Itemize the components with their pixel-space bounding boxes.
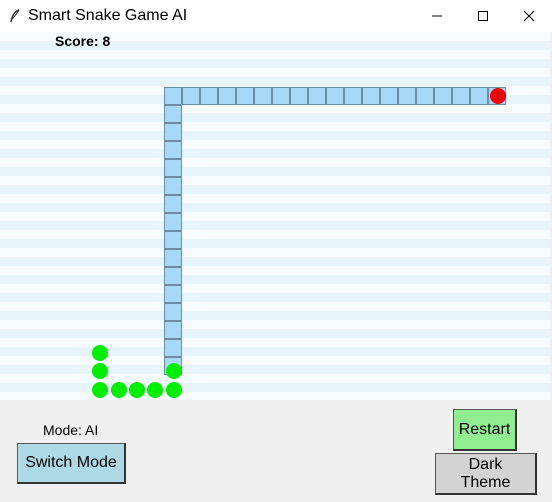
snake-segment [164,123,182,141]
snake-segment [434,87,452,105]
obstacle-dot [166,382,182,398]
title-bar: Smart Snake Game AI [0,0,552,32]
obstacle-dot [92,363,108,379]
snake-segment [200,87,218,105]
snake-segment [164,285,182,303]
snake-segment [164,105,182,123]
food-apple [490,88,506,104]
snake-segment [236,87,254,105]
close-icon [523,10,535,22]
snake-segment [164,141,182,159]
window-title: Smart Snake Game AI [28,7,188,24]
maximize-button[interactable] [460,0,506,32]
snake-segment [290,87,308,105]
maximize-icon [478,11,488,21]
close-button[interactable] [506,0,552,32]
score-label: Score: 8 [55,33,111,49]
minimize-icon [432,15,442,17]
snake-segment [254,87,272,105]
obstacle-dot [147,382,163,398]
mode-label: Mode: AI [43,422,99,438]
snake-segment [416,87,434,105]
obstacle-dot [129,382,145,398]
snake-segment [272,87,290,105]
snake-segment [470,87,488,105]
snake-segment [164,213,182,231]
snake-segment [182,87,200,105]
snake-segment [308,87,326,105]
snake-segment [344,87,362,105]
snake-segment [164,87,182,105]
snake-segment [164,177,182,195]
snake-segment [164,303,182,321]
obstacle-dot [166,363,182,379]
snake-segment [164,249,182,267]
snake-segment [164,339,182,357]
snake-segment [398,87,416,105]
obstacle-dot [111,382,127,398]
snake-segment [326,87,344,105]
game-canvas: Score: 8 [0,32,550,400]
dark-theme-button[interactable]: Dark Theme [435,453,537,495]
minimize-button[interactable] [414,0,460,32]
switch-mode-button[interactable]: Switch Mode [17,443,126,484]
restart-button[interactable]: Restart [453,409,517,451]
snake-segment [218,87,236,105]
snake-segment [380,87,398,105]
feather-icon [10,9,20,23]
snake-segment [164,321,182,339]
snake-segment [164,231,182,249]
snake-segment [362,87,380,105]
obstacle-dot [92,382,108,398]
snake-segment [164,195,182,213]
snake-segment [452,87,470,105]
obstacle-dot [92,345,108,361]
snake-segment [164,159,182,177]
snake-segment [164,267,182,285]
